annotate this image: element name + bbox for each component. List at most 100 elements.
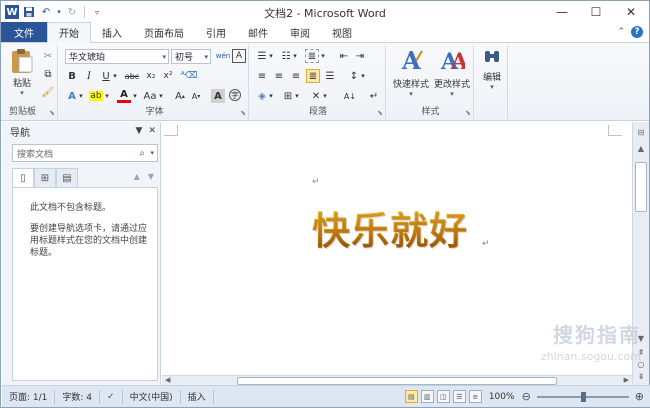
tab-view[interactable]: 视图 [321,22,363,42]
highlight-dropdown-icon[interactable]: ▾ [103,89,111,103]
editing-button[interactable]: 编辑 ▾ [479,47,505,91]
subscript-icon[interactable]: x₂ [144,69,158,83]
increase-indent-icon[interactable]: ⇥ [353,49,367,63]
character-border-icon[interactable]: A [232,49,246,63]
font-name-combo[interactable]: 华文琥珀 ▾ [65,49,169,64]
redo-icon[interactable]: ↻ [65,5,79,19]
align-right-icon[interactable]: ≡ [289,69,303,83]
status-words[interactable]: 字数: 4 [55,389,101,404]
word-logo-icon[interactable]: W [5,5,19,19]
undo-icon[interactable]: ↶ [39,5,53,19]
search-dropdown-icon[interactable]: ▾ [150,149,154,157]
save-icon[interactable] [22,5,36,19]
zoom-level[interactable]: 100% [489,392,515,402]
paste-button[interactable]: 粘贴 ▾ [9,47,35,97]
change-case-icon[interactable]: Aa [143,89,157,103]
zoom-slider[interactable] [536,391,629,402]
change-styles-button[interactable]: AA 更改样式 ▾ [432,47,472,98]
zoom-in-icon[interactable]: ⊕ [635,390,644,403]
draft-view-icon[interactable]: ≡ [468,390,482,403]
status-page[interactable]: 页面: 1/1 [2,389,56,404]
sort-icon[interactable]: A↓ [343,89,357,103]
tab-file[interactable]: 文件 [1,22,47,42]
outline-view-icon[interactable]: ☰ [452,390,466,403]
tab-review[interactable]: 审阅 [279,22,321,42]
zoom-slider-thumb[interactable] [580,391,586,402]
show-marks-icon[interactable]: ↵ [367,89,381,103]
full-screen-reading-icon[interactable]: ▥ [420,390,434,403]
shrink-font-icon[interactable]: A ▾ [189,89,203,103]
document-headline[interactable]: 快乐就好 [312,208,468,254]
nav-search-input[interactable]: 搜索文档 ⌕ ▾ [12,144,158,162]
status-language[interactable]: 中文(中国) [123,389,181,404]
tab-references[interactable]: 引用 [195,22,237,42]
distributed-icon[interactable]: ☰ [323,69,337,83]
format-painter-icon[interactable]: 🖌 [41,85,55,99]
align-center-icon[interactable]: ≡ [272,69,286,83]
minimize-ribbon-icon[interactable]: ⌃ [617,27,625,37]
font-size-combo[interactable]: 初号 ▾ [171,49,211,64]
cut-icon[interactable]: ✂ [41,49,55,63]
tab-headings-icon[interactable]: ▯ [12,168,34,188]
multilevel-list-dropdown-icon[interactable]: ▾ [319,49,327,63]
nav-options-icon[interactable]: ▼ [136,126,143,136]
maximize-button[interactable]: ☐ [579,1,613,23]
paragraph-launcher-icon[interactable]: ⬊ [377,109,383,117]
font-color-dropdown-icon[interactable]: ▾ [131,89,139,103]
character-shading-icon[interactable]: A [211,89,225,103]
tab-results-icon[interactable]: ▤ [56,168,78,188]
previous-arrow-icon[interactable]: ▲ [134,172,140,181]
ruler-toggle-icon[interactable]: ⊟ [635,126,647,138]
clear-formatting-icon[interactable]: ᴬ⌫ [181,69,198,83]
web-layout-icon[interactable]: ◫ [436,390,450,403]
horizontal-scrollbar[interactable]: ◀ ▶ [162,375,632,385]
chinese-layout-dropdown-icon[interactable]: ▾ [321,89,329,103]
scroll-left-icon[interactable]: ◀ [165,376,170,384]
help-icon[interactable]: ? [631,26,643,38]
phonetic-guide-button[interactable]: wén [214,49,232,63]
tab-page-layout[interactable]: 页面布局 [133,22,195,42]
clipboard-launcher-icon[interactable]: ⬊ [49,109,55,117]
highlight-icon[interactable]: ab [89,91,103,101]
styles-launcher-icon[interactable]: ⬊ [465,109,471,117]
change-case-dropdown-icon[interactable]: ▾ [157,89,165,103]
zoom-out-icon[interactable]: ⊖ [522,390,531,403]
quick-styles-button[interactable]: A 快速样式 ▾ [390,47,432,98]
search-icon[interactable]: ⌕ [139,148,145,159]
enclose-characters-icon[interactable]: 字 [229,89,241,101]
underline-dropdown-icon[interactable]: ▾ [111,69,119,83]
tab-mailings[interactable]: 邮件 [237,22,279,42]
next-arrow-icon[interactable]: ▼ [148,172,154,181]
justify-icon[interactable]: ≣ [306,69,320,83]
tab-home[interactable]: 开始 [47,22,91,43]
customize-qat-icon[interactable]: ▿ [90,5,104,19]
proofing-icon[interactable]: ✓ [100,389,123,404]
font-color-icon[interactable]: A [117,89,131,103]
tab-insert[interactable]: 插入 [91,22,133,42]
minimize-button[interactable]: — [545,1,579,23]
bullets-dropdown-icon[interactable]: ▾ [267,49,275,63]
copy-icon[interactable]: ⧉ [41,67,55,81]
align-left-icon[interactable]: ≡ [255,69,269,83]
next-page-icon[interactable]: ⇟ [635,370,647,382]
numbering-dropdown-icon[interactable]: ▾ [291,49,299,63]
decrease-indent-icon[interactable]: ⇤ [337,49,351,63]
undo-dropdown-icon[interactable]: ▾ [56,5,62,19]
line-spacing-dropdown-icon[interactable]: ▾ [359,69,367,83]
status-insert-mode[interactable]: 插入 [181,389,214,404]
strikethrough-icon[interactable]: abc [123,69,141,83]
borders-dropdown-icon[interactable]: ▾ [293,89,301,103]
print-layout-icon[interactable]: ▤ [404,390,418,403]
italic-icon[interactable]: I [82,69,96,83]
close-button[interactable]: ✕ [613,1,649,23]
scroll-right-icon[interactable]: ▶ [624,376,629,384]
scroll-up-icon[interactable]: ▲ [635,142,647,154]
nav-close-icon[interactable]: ✕ [148,126,156,136]
font-launcher-icon[interactable]: ⬊ [240,109,246,117]
shading-dropdown-icon[interactable]: ▾ [267,89,275,103]
multilevel-list-icon[interactable]: ≣ [305,49,319,63]
bold-icon[interactable]: B [65,69,79,83]
superscript-icon[interactable]: x² [161,69,175,83]
vertical-scroll-thumb[interactable] [635,162,647,212]
text-effects-dropdown-icon[interactable]: ▾ [77,89,85,103]
